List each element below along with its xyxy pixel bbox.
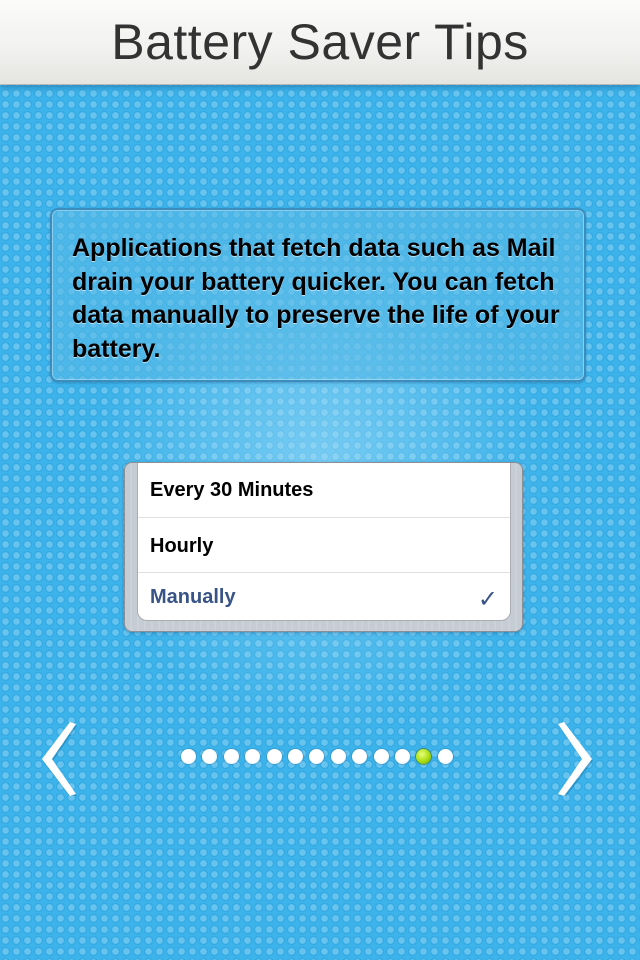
tip-panel: Applications that fetch data such as Mai… [50,208,586,382]
page-dot[interactable] [330,749,346,764]
previous-tip-button[interactable] [40,722,80,796]
title-bar: Battery Saver Tips [0,0,640,85]
tip-text: Applications that fetch data such as Mai… [72,234,560,363]
page-dot[interactable] [309,749,325,764]
page-dot[interactable] [437,749,453,764]
chevron-left-icon [42,722,77,796]
option-label: Hourly [150,535,214,557]
chevron-right-icon [558,722,593,796]
option-row-every-30-minutes: Every 30 Minutes [138,463,510,518]
option-row-hourly: Hourly [138,518,510,573]
page-title: Battery Saver Tips [111,14,529,70]
page-dot-active[interactable] [416,749,432,764]
page-dot[interactable] [394,749,410,764]
page-dot[interactable] [287,749,303,764]
page-dot[interactable] [181,749,196,764]
page-indicator[interactable] [181,749,453,765]
page-dot[interactable] [202,749,218,764]
fetch-settings-illustration: Every 30 Minutes Hourly Manually ✓ [124,462,523,632]
checkmark-icon: ✓ [477,585,498,613]
option-row-manually: Manually ✓ [138,573,510,620]
page-dot[interactable] [352,749,368,764]
next-tip-button[interactable] [554,722,594,796]
option-label: Manually [150,586,236,608]
page-dot[interactable] [373,749,389,764]
page-dot[interactable] [245,749,261,764]
page-dot[interactable] [223,749,239,764]
page-dot[interactable] [266,749,282,764]
option-label: Every 30 Minutes [150,479,314,501]
fetch-options-list: Every 30 Minutes Hourly Manually ✓ [137,463,511,621]
